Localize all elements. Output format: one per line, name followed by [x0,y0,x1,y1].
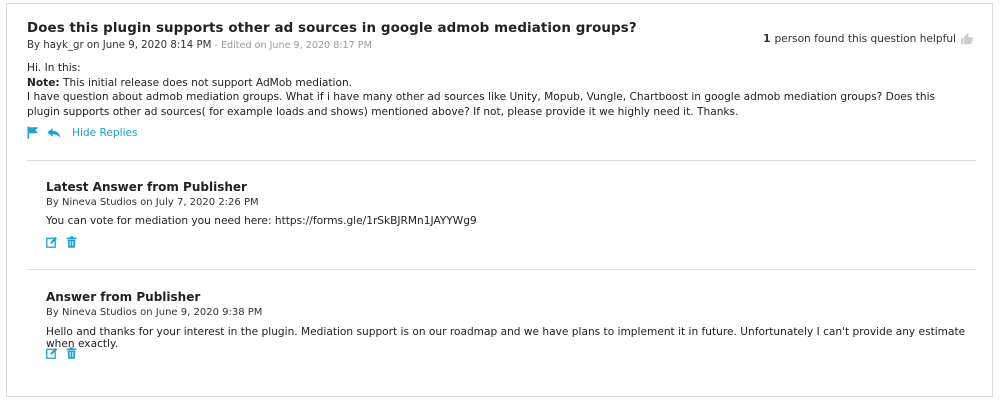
question-edited-date: - Edited on June 9, 2020 8:17 PM [211,40,372,51]
question-title: Does this plugin supports other ad sourc… [27,21,637,36]
answer-title: Latest Answer from Publisher [46,180,247,194]
divider [27,160,976,161]
helpful-indicator: 1 person found this question helpful [763,32,974,46]
trash-icon[interactable] [66,236,77,248]
answer-body: Hello and thanks for your interest in th… [46,326,966,350]
question-body-line: Hi. In this: [27,62,81,74]
reply-icon[interactable] [47,127,61,139]
answer-meta: By Nineva Studios on July 7, 2020 2:26 P… [46,197,259,208]
question-card: Does this plugin supports other ad sourc… [6,3,993,397]
answer-body: You can vote for mediation you need here… [46,215,477,227]
question-body: Hi. In this: Note: This initial release … [27,61,967,119]
question-author-date: By hayk_gr on June 9, 2020 8:14 PM [27,40,212,51]
note-text: This initial release does not support Ad… [59,76,353,89]
edit-icon[interactable] [46,236,58,248]
question-meta: By hayk_gr on June 9, 2020 8:14 PM - Edi… [27,40,372,51]
answer-title: Answer from Publisher [46,290,201,304]
divider [27,269,976,270]
helpful-count: 1 [763,33,771,45]
hide-replies-link[interactable]: Hide Replies [72,127,138,139]
edit-icon[interactable] [46,347,58,359]
question-body-line: I have question about admob mediation gr… [27,91,936,118]
answer-actions [46,347,77,359]
note-label: Note: [27,76,60,89]
helpful-text: person found this question helpful [774,33,956,45]
thumbs-up-icon[interactable] [960,32,974,46]
answer-meta: By Nineva Studios on June 9, 2020 9:38 P… [46,307,263,318]
question-actions: Hide Replies [27,126,138,139]
flag-icon[interactable] [27,126,39,139]
answer-actions [46,236,77,248]
question-note: Note: This initial release does not supp… [27,76,967,91]
trash-icon[interactable] [66,347,77,359]
